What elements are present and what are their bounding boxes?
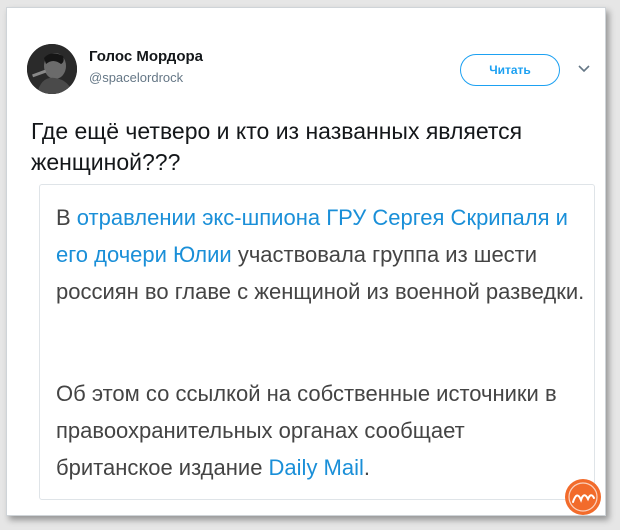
quote-paragraph-1: В отравлении экс-шпиона ГРУ Сергея Скрип… — [56, 199, 586, 310]
tweet-text: Где ещё четверо и кто из названных являе… — [31, 118, 523, 175]
author-handle[interactable]: @spacelordrock — [89, 70, 183, 85]
quoted-article[interactable]: В отравлении экс-шпиона ГРУ Сергея Скрип… — [39, 184, 595, 500]
author-name[interactable]: Голос Мордора — [89, 48, 203, 65]
avatar-photo — [27, 44, 77, 94]
tweet-card: Голос Мордора @spacelordrock Читать Где … — [6, 7, 606, 516]
quote-paragraph-2: Об этом со ссылкой на собственные источн… — [56, 375, 586, 486]
follow-button[interactable]: Читать — [460, 54, 560, 86]
quote-link-daily-mail[interactable]: Daily Mail — [269, 455, 364, 480]
quote-p2-end: . — [363, 455, 371, 480]
chevron-down-icon[interactable] — [577, 64, 591, 74]
quote-p1-lead: В — [56, 205, 77, 230]
logo-watermark — [565, 479, 601, 515]
avatar[interactable] — [27, 44, 77, 94]
